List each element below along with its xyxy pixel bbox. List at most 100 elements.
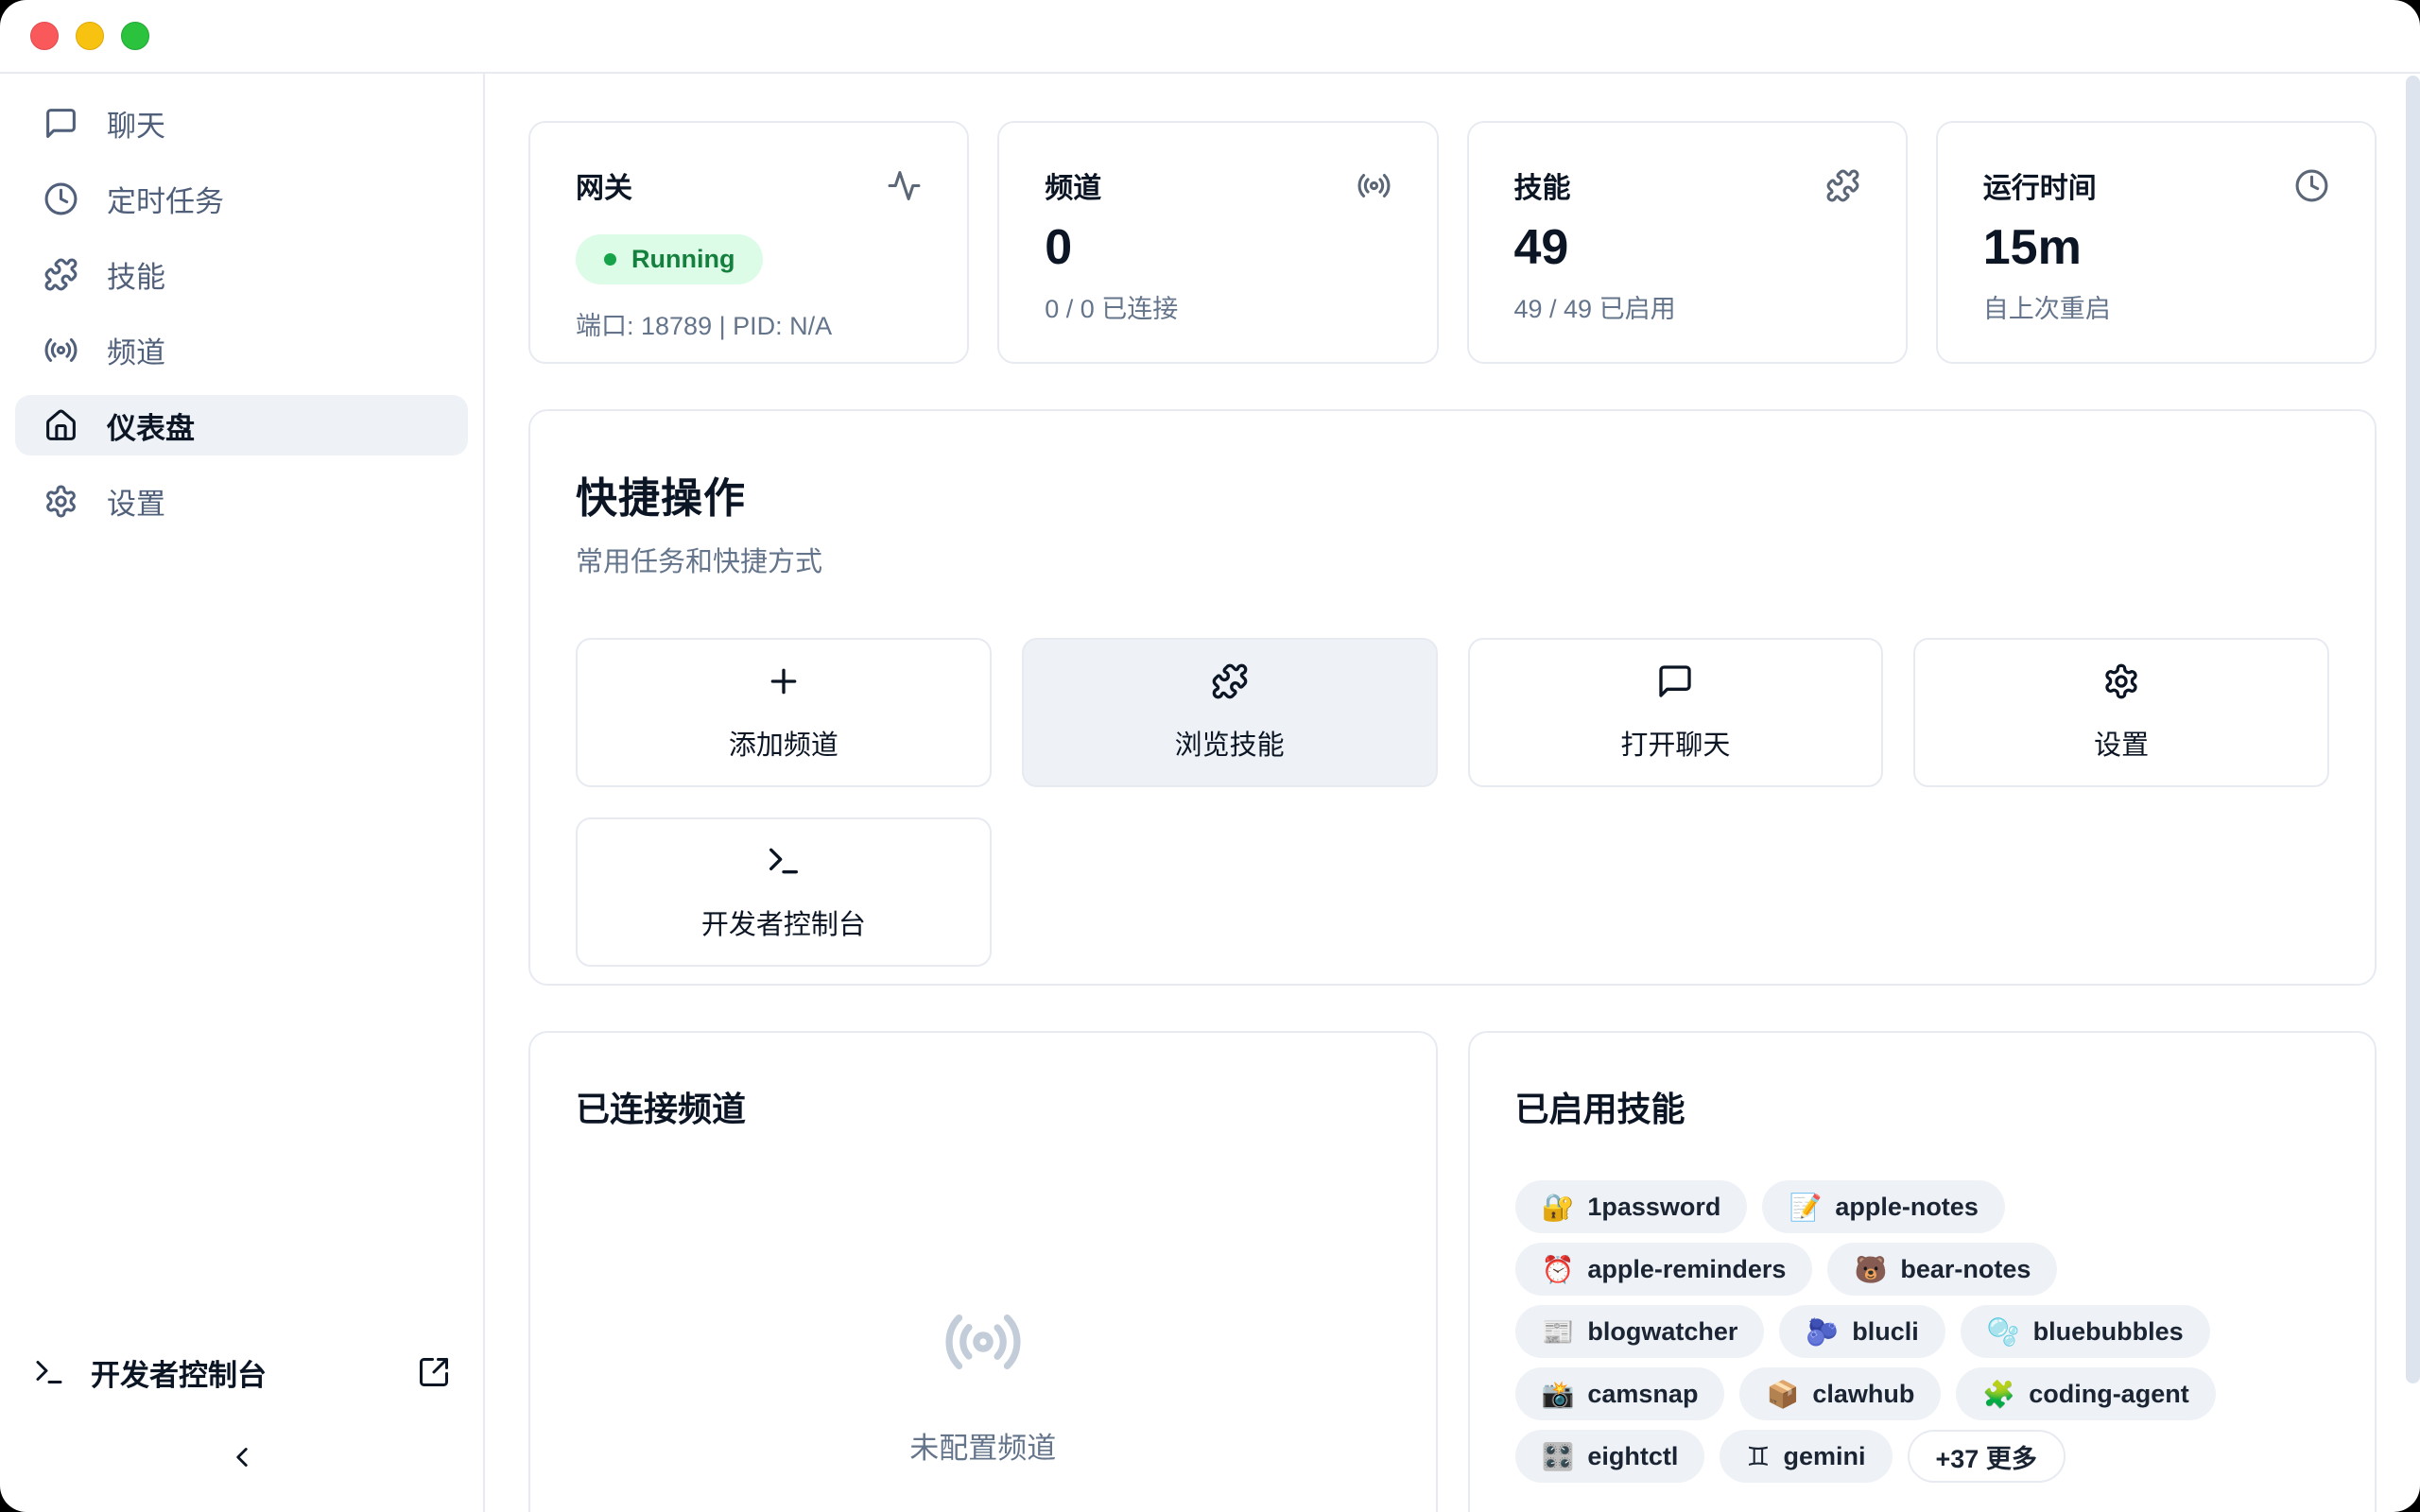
clock-icon [43,181,78,216]
skill-label: coding-agent [2029,1380,2189,1409]
sidebar: 聊天 定时任务 技能 频道 仪表盘 设置 [0,74,485,1512]
skill-pill-gemini[interactable]: ♊gemini [1720,1430,1892,1483]
collapse-row [15,1399,468,1493]
sidebar-item-channels[interactable]: 频道 [15,319,468,380]
quick-actions-panel: 快捷操作 常用任务和快捷方式 添加频道 浏览技能 打开聊天 [528,409,2377,986]
clock-icon [2294,168,2329,203]
action-label: 浏览技能 [1175,723,1285,763]
sidebar-item-label: 定时任务 [107,178,224,220]
stat-subtext: 49 / 49 已启用 [1514,288,1860,325]
stat-title: 网关 [576,164,632,206]
skill-label: bear-notes [1900,1255,2031,1284]
skill-pill-eightctl[interactable]: 🎛️eightctl [1515,1430,1705,1483]
memo-emoji-icon: 📝 [1789,1192,1822,1223]
developer-console-label: 开发者控制台 [91,1351,267,1394]
lock-emoji-icon: 🔐 [1542,1192,1575,1223]
skill-pill-blogwatcher[interactable]: 📰blogwatcher [1515,1305,1765,1358]
stat-card-skills: 技能 49 49 / 49 已启用 [1467,121,1908,364]
external-link-icon [417,1355,451,1389]
traffic-lights [30,22,149,50]
message-square-icon [43,106,78,141]
sidebar-item-label: 技能 [107,253,165,296]
settings-button[interactable]: 设置 [1913,638,2329,787]
quick-actions-subtitle: 常用任务和快捷方式 [576,540,2329,579]
stat-title: 技能 [1514,164,1571,206]
connected-channels-card: 已连接频道 未配置频道 添加你的第一个频道 [528,1031,1438,1512]
skill-label: clawhub [1812,1380,1914,1409]
minimize-button[interactable] [76,22,104,50]
stats-row: 网关 Running 端口: 18789 | PID: N/A 频道 0 [528,121,2377,364]
home-icon [43,408,78,443]
sidebar-item-label: 仪表盘 [107,404,195,447]
action-label: 添加频道 [729,723,838,763]
skill-pill-bluebubbles[interactable]: 🫧 bluebubbles [1961,1305,2210,1358]
stat-subtext: 0 / 0 已连接 [1045,288,1391,325]
blueberries-emoji-icon: 🫐 [1806,1316,1839,1348]
sidebar-collapse-button[interactable] [216,1431,268,1484]
activity-icon [887,168,922,203]
newspaper-emoji-icon: 📰 [1542,1316,1575,1348]
stat-value: 0 [1045,221,1391,275]
skill-pill-apple-notes[interactable]: 📝 apple-notes [1762,1180,2004,1233]
bear-emoji-icon: 🐻 [1854,1254,1887,1285]
action-label: 设置 [2094,723,2149,763]
plus-icon [765,662,803,700]
action-label: 打开聊天 [1620,723,1730,763]
sidebar-item-skills[interactable]: 技能 [15,244,468,304]
puzzle-icon [1211,662,1249,700]
stat-card-uptime: 运行时间 15m 自上次重启 [1936,121,2377,364]
scrollbar-thumb[interactable] [2406,76,2420,1383]
puzzle-icon [1825,168,1860,203]
bubbles-emoji-icon: 🫧 [1987,1316,2020,1348]
skill-pill-blucli[interactable]: 🫐blucli [1779,1305,1945,1358]
app-body: 聊天 定时任务 技能 频道 仪表盘 设置 [0,74,2420,1512]
skill-pill-1password[interactable]: 🔐1password [1515,1180,1748,1233]
skill-label: bluebubbles [2033,1317,2184,1347]
sidebar-item-chat[interactable]: 聊天 [15,93,468,153]
enabled-skills-title: 已启用技能 [1515,1082,2330,1131]
stat-subtext: 自上次重启 [1983,288,2329,325]
broadcast-icon [1357,168,1392,203]
puzzle-icon [43,257,78,292]
puzzle-emoji-icon: 🧩 [1982,1379,2015,1410]
bottom-row: 已连接频道 未配置频道 添加你的第一个频道 已启用技能 🔐1password 📝… [528,1031,2377,1512]
sidebar-item-dashboard[interactable]: 仪表盘 [15,395,468,455]
sidebar-item-label: 设置 [107,480,165,523]
gemini-emoji-icon: ♊ [1746,1441,1770,1472]
sidebar-item-settings[interactable]: 设置 [15,471,468,531]
sidebar-item-label: 频道 [107,329,165,371]
skill-pill-bear-notes[interactable]: 🐻 bear-notes [1827,1243,2057,1296]
alarm-emoji-icon: ⏰ [1542,1254,1575,1285]
more-skills-pill[interactable]: +37 更多 [1908,1430,2066,1483]
developer-console-button[interactable]: 开发者控制台 [576,817,992,967]
connected-channels-title: 已连接频道 [576,1082,1391,1131]
terminal-icon [765,842,803,880]
gear-icon [2102,662,2140,700]
stat-value: 49 [1514,221,1860,275]
open-chat-button[interactable]: 打开聊天 [1468,638,1884,787]
action-label: 开发者控制台 [701,902,866,942]
close-button[interactable] [30,22,59,50]
titlebar [0,0,2420,74]
camera-emoji-icon: 📸 [1542,1379,1575,1410]
skill-pill-clawhub[interactable]: 📦 clawhub [1739,1367,1941,1420]
skill-pill-camsnap[interactable]: 📸camsnap [1515,1367,1725,1420]
stat-title: 运行时间 [1983,164,2097,206]
package-emoji-icon: 📦 [1766,1379,1799,1410]
skill-label: apple-notes [1835,1193,1979,1222]
browse-skills-button[interactable]: 浏览技能 [1022,638,1438,787]
developer-console-link[interactable]: 开发者控制台 [15,1346,468,1399]
app-window: 聊天 定时任务 技能 频道 仪表盘 设置 [0,0,2420,1512]
stat-card-gateway: 网关 Running 端口: 18789 | PID: N/A [528,121,969,364]
zoom-button[interactable] [121,22,149,50]
stat-card-channels: 频道 0 0 / 0 已连接 [997,121,1438,364]
quick-actions-grid: 添加频道 浏览技能 打开聊天 设置 [576,638,2329,967]
add-channel-button[interactable]: 添加频道 [576,638,992,787]
chevron-left-icon [226,1441,258,1473]
terminal-icon [32,1355,66,1389]
stat-title: 频道 [1045,164,1101,206]
sidebar-item-scheduled-tasks[interactable]: 定时任务 [15,168,468,229]
skill-pill-coding-agent[interactable]: 🧩 coding-agent [1956,1367,2215,1420]
skill-pill-apple-reminders[interactable]: ⏰apple-reminders [1515,1243,1813,1296]
empty-state-text: 未配置频道 [909,1424,1056,1467]
